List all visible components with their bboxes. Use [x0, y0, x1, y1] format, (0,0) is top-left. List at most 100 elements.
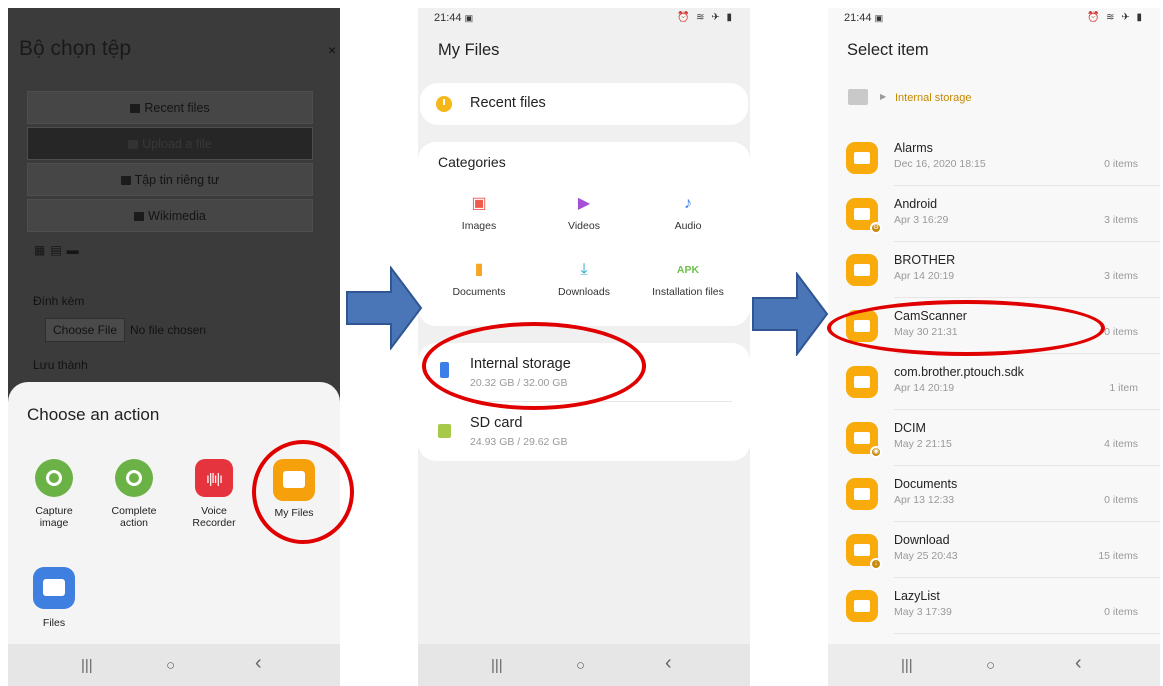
- wikimedia-icon: [134, 212, 145, 221]
- folder-row[interactable]: ↓ Download May 25 20:43 15 items: [828, 522, 1160, 578]
- folder-date: May 25 20:43: [894, 550, 958, 562]
- video-icon: ▶: [577, 195, 591, 212]
- folder-name: Documents: [894, 477, 958, 491]
- folder-name: DCIM: [894, 421, 926, 435]
- folder-icon: [120, 176, 131, 185]
- folder-icon: [846, 478, 878, 510]
- folder-date: Apr 14 20:19: [894, 382, 955, 394]
- nav-bar: ||| ○ ‹: [8, 644, 340, 686]
- folder-row[interactable]: ⚙ Android Apr 3 16:29 3 items: [828, 186, 1160, 242]
- folder-date: Apr 3 16:29: [894, 214, 949, 226]
- view-mode-icons[interactable]: ▦▤▬: [34, 243, 84, 257]
- folder-name: Android: [894, 197, 938, 211]
- folder-icon: [846, 142, 878, 174]
- menu-upload-file[interactable]: Upload a file: [27, 127, 313, 160]
- file-picker-screen: Bộ chọn tệp × Recent files Upload a file…: [8, 8, 340, 686]
- folder-date: May 2 21:15: [894, 438, 952, 450]
- clock-icon: [436, 96, 452, 112]
- image-icon: ▣: [471, 195, 487, 212]
- menu-private-files[interactable]: Tập tin riêng tư: [27, 163, 313, 196]
- folder-icon: [33, 567, 75, 609]
- folder-count: 0 items: [1104, 158, 1138, 170]
- app-capture-image[interactable]: Capture image: [19, 459, 89, 529]
- home-icon[interactable]: ○: [576, 657, 585, 674]
- camera-gear-icon: [115, 459, 153, 497]
- folder-row[interactable]: ◉ DCIM May 2 21:15 4 items: [828, 410, 1160, 466]
- folder-name: Alarms: [894, 141, 933, 155]
- folder-badge-icon: ⚙: [870, 222, 882, 234]
- highlight-circle-my-files: [252, 440, 354, 544]
- back-icon[interactable]: ‹: [665, 652, 672, 675]
- app-complete-action[interactable]: Complete action: [99, 459, 169, 529]
- recent-files-label: Recent files: [470, 95, 546, 111]
- app-files[interactable]: Files: [19, 567, 89, 629]
- category-audio[interactable]: ♪ Audio: [638, 192, 738, 232]
- category-installation-files[interactable]: APK Installation files: [638, 258, 738, 298]
- recents-icon[interactable]: |||: [491, 657, 503, 674]
- category-images[interactable]: ▣ Images: [429, 192, 529, 232]
- menu-wikimedia[interactable]: Wikimedia: [27, 199, 313, 232]
- home-icon[interactable]: [848, 89, 868, 105]
- categories-card: Categories ▣ Images ▶ Videos ♪ Audio ▮ Docum…: [418, 142, 750, 326]
- breadcrumb[interactable]: Internal storage: [895, 92, 971, 104]
- arrow-right-icon: [346, 266, 423, 350]
- upload-icon: [128, 140, 139, 149]
- folder-badge-icon: ◉: [870, 446, 882, 458]
- folder-name: BROTHER: [894, 253, 956, 267]
- folder-icon: [846, 366, 878, 398]
- sheet-title: Choose an action: [27, 405, 160, 424]
- back-icon[interactable]: ‹: [255, 652, 262, 675]
- category-videos[interactable]: ▶ Videos: [534, 192, 634, 232]
- camera-gear-icon: [35, 459, 73, 497]
- folder-count: 4 items: [1104, 438, 1138, 450]
- close-icon[interactable]: ×: [328, 42, 336, 58]
- document-icon: ▮: [474, 261, 484, 278]
- recents-icon[interactable]: |||: [81, 657, 93, 674]
- app-voice-recorder[interactable]: ı|lı|ı Voice Recorder: [179, 459, 249, 529]
- status-icons: ⏰ ≋ ✈ ▮: [676, 12, 734, 23]
- folder-name: Download: [894, 533, 950, 547]
- folder-count: 3 items: [1104, 270, 1138, 282]
- folder-icon: [846, 254, 878, 286]
- download-icon: ⤓: [580, 261, 588, 278]
- category-downloads[interactable]: ⤓ Downloads: [534, 258, 634, 298]
- page-title: Select item: [847, 41, 929, 59]
- highlight-circle-internal-storage: [422, 322, 646, 410]
- folder-name: LazyList: [894, 589, 940, 603]
- folder-count: 15 items: [1098, 550, 1138, 562]
- attach-label: Đính kèm: [33, 294, 85, 308]
- apk-icon: APK: [676, 264, 700, 276]
- folder-row[interactable]: Alarms Dec 16, 2020 18:15 0 items: [828, 130, 1160, 186]
- back-icon[interactable]: ‹: [1075, 652, 1082, 675]
- sd-card-item[interactable]: SD card 24.93 GB / 29.62 GB: [418, 402, 750, 460]
- recents-icon[interactable]: |||: [901, 657, 913, 674]
- dialog-title: Bộ chọn tệp: [19, 37, 132, 60]
- save-as-label: Lưu thành: [33, 358, 88, 372]
- folder-row[interactable]: Documents Apr 13 12:33 0 items: [828, 466, 1160, 522]
- status-time: 21:44 ▣: [844, 12, 884, 24]
- music-note-icon: ♪: [684, 195, 692, 212]
- home-icon[interactable]: ○: [986, 657, 995, 674]
- sd-card-icon: [438, 424, 451, 438]
- folder-date: Dec 16, 2020 18:15: [894, 158, 986, 170]
- home-icon[interactable]: ○: [166, 657, 175, 674]
- folder-row[interactable]: LazyList May 3 17:39 0 items: [828, 578, 1160, 634]
- arrow-right-icon: [752, 272, 829, 356]
- folder-icon: [130, 104, 141, 113]
- folder-icon: [846, 590, 878, 622]
- recent-files-item[interactable]: Recent files: [420, 83, 748, 125]
- folder-count: 0 items: [1104, 326, 1138, 338]
- folder-date: May 3 17:39: [894, 606, 952, 618]
- folder-count: 0 items: [1104, 494, 1138, 506]
- folder-count: 1 item: [1109, 382, 1138, 394]
- choose-file-button[interactable]: Choose File: [45, 318, 125, 342]
- chevron-right-icon: ▶: [880, 92, 887, 101]
- folder-row[interactable]: com.brother.ptouch.sdk Apr 14 20:19 1 item: [828, 354, 1160, 410]
- menu-recent-files[interactable]: Recent files: [27, 91, 313, 124]
- folder-row[interactable]: BROTHER Apr 14 20:19 3 items: [828, 242, 1160, 298]
- folder-date: Apr 14 20:19: [894, 270, 955, 282]
- status-time: 21:44 ▣: [434, 12, 474, 24]
- divider: [894, 633, 1160, 634]
- folder-badge-icon: ↓: [870, 558, 882, 570]
- category-documents[interactable]: ▮ Documents: [429, 258, 529, 298]
